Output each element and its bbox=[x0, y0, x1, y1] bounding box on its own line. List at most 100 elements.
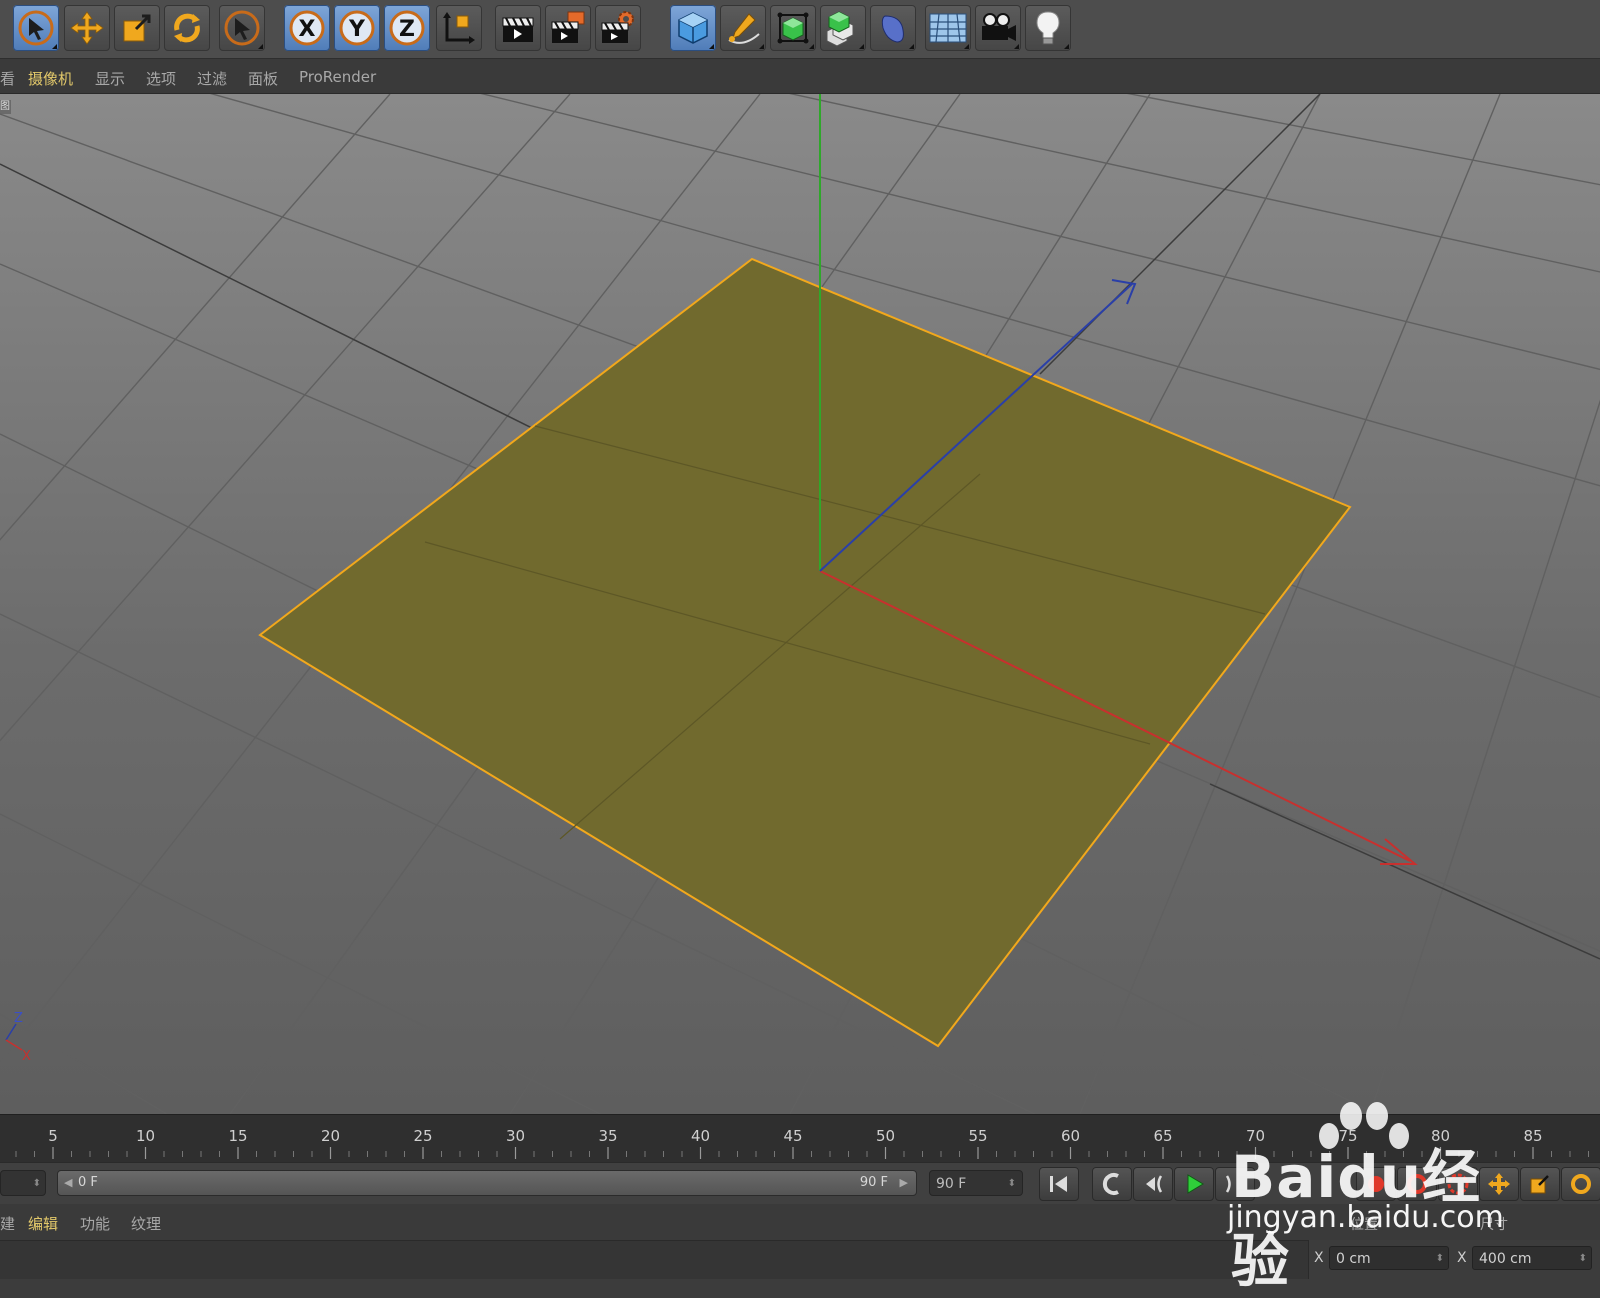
scale-key-button[interactable] bbox=[1520, 1167, 1560, 1201]
render-settings-button[interactable] bbox=[595, 5, 641, 51]
menu-options[interactable]: 选项 bbox=[146, 68, 176, 89]
selected-plane[interactable] bbox=[258, 257, 1352, 1048]
rotate-icon bbox=[174, 13, 200, 43]
live-selection-button[interactable] bbox=[13, 5, 59, 51]
perspective-viewport[interactable]: 图 Z X bbox=[0, 94, 1600, 1114]
record-keyframe-button[interactable] bbox=[1356, 1167, 1396, 1201]
timeline-tick-label: 50 bbox=[876, 1127, 895, 1145]
rotate-tool-button[interactable] bbox=[164, 5, 210, 51]
pen-tool-button[interactable] bbox=[720, 5, 766, 51]
slider-left-arrow-icon: ◀ bbox=[64, 1176, 73, 1189]
menu-texture[interactable]: 纹理 bbox=[131, 1213, 161, 1234]
previous-keyframe-button[interactable] bbox=[1092, 1167, 1132, 1201]
view-axis-z-label: Z bbox=[14, 1011, 23, 1026]
menu-camera[interactable]: 摄像机 bbox=[28, 68, 73, 89]
autokey-button[interactable] bbox=[1397, 1167, 1437, 1201]
step-back-icon bbox=[1146, 1175, 1163, 1193]
play-button[interactable] bbox=[1174, 1167, 1214, 1201]
move-tool-button[interactable] bbox=[64, 5, 110, 51]
cursor-arrow-icon bbox=[18, 10, 54, 46]
menu-view[interactable]: 看 bbox=[0, 68, 15, 89]
end-frame-value: 90 F bbox=[936, 1176, 967, 1192]
slider-right-arrow-icon: ▶ bbox=[899, 1176, 908, 1189]
rotate-icon bbox=[1571, 1174, 1591, 1194]
array-cubes-icon bbox=[826, 11, 854, 47]
timeline-tick-label: 30 bbox=[506, 1127, 525, 1145]
position-key-button[interactable] bbox=[1479, 1167, 1519, 1201]
position-x-field[interactable]: 0 cm ⬍ bbox=[1329, 1246, 1449, 1270]
timeline-tick-label: 25 bbox=[413, 1127, 432, 1145]
prev-key-icon bbox=[1102, 1173, 1119, 1195]
timeline-tick-label: 35 bbox=[598, 1127, 617, 1145]
next-frame-button[interactable] bbox=[1215, 1167, 1255, 1201]
cube-object-button[interactable] bbox=[670, 5, 716, 51]
menu-edit[interactable]: 编辑 bbox=[28, 1213, 58, 1234]
y-axis-lock-button[interactable]: Y bbox=[334, 5, 380, 51]
z-axis-icon: Z bbox=[389, 10, 425, 46]
scale-icon bbox=[1530, 1175, 1549, 1194]
clapper-icon bbox=[502, 17, 534, 42]
timeline-tick-label: 15 bbox=[228, 1127, 247, 1145]
animation-transport: ⬍ ◀ 0 F 90 F ▶ 90 F ⬍ bbox=[0, 1162, 1600, 1205]
bottom-panels: 建 编辑 功能 纹理 位置 尺寸 X 0 cm ⬍ X 400 cm ⬍ bbox=[0, 1204, 1600, 1279]
render-to-picture-viewer-button[interactable] bbox=[545, 5, 591, 51]
y-axis-icon: Y bbox=[339, 10, 375, 46]
subdivision-surface-button[interactable] bbox=[770, 5, 816, 51]
x-axis-icon: X bbox=[289, 10, 325, 46]
timeline-tick-label: 60 bbox=[1061, 1127, 1080, 1145]
x-axis-lock-button[interactable]: X bbox=[284, 5, 330, 51]
step-forward-icon bbox=[1225, 1175, 1231, 1193]
scene-canvas: Z X bbox=[0, 94, 1600, 1114]
size-x-value: 400 cm bbox=[1479, 1251, 1532, 1267]
menu-display[interactable]: 显示 bbox=[95, 68, 125, 89]
menu-panel[interactable]: 面板 bbox=[248, 68, 278, 89]
stepper-icon: ⬍ bbox=[32, 1178, 41, 1189]
menu-function[interactable]: 功能 bbox=[80, 1213, 110, 1234]
coordinate-system-button[interactable] bbox=[436, 5, 482, 51]
cursor-arrow-icon bbox=[224, 10, 260, 46]
go-to-start-button[interactable] bbox=[1039, 1167, 1079, 1201]
timeline-tick-label: 10 bbox=[136, 1127, 155, 1145]
timeline-tick-label: 85 bbox=[1523, 1127, 1542, 1145]
pen-icon bbox=[728, 13, 760, 44]
timeline-tick-label: 65 bbox=[1153, 1127, 1172, 1145]
keyframe-icon bbox=[1447, 1173, 1469, 1195]
bend-deformer-button[interactable] bbox=[870, 5, 916, 51]
floor-object-button[interactable] bbox=[925, 5, 971, 51]
frame-range-slider[interactable]: ◀ 0 F 90 F ▶ bbox=[57, 1170, 917, 1196]
slider-end-label: 90 F bbox=[859, 1175, 888, 1190]
previous-frame-button[interactable] bbox=[1133, 1167, 1173, 1201]
menu-filter[interactable]: 过滤 bbox=[197, 68, 227, 89]
recent-tool-button[interactable] bbox=[219, 5, 265, 51]
svg-text:X: X bbox=[299, 17, 316, 42]
light-bulb-icon bbox=[1036, 11, 1060, 45]
play-icon bbox=[1187, 1174, 1204, 1194]
subdivision-cube-icon bbox=[777, 12, 809, 44]
array-object-button[interactable] bbox=[820, 5, 866, 51]
clapper-picture-icon bbox=[551, 11, 585, 43]
record-key-icon bbox=[1368, 1176, 1384, 1192]
timeline-ruler[interactable]: 5 10 15 20 25 30 35 40 45 50 55 60 65 70 75 80 85 bbox=[0, 1114, 1600, 1163]
start-frame-field[interactable]: ⬍ bbox=[0, 1170, 46, 1196]
svg-text:Z: Z bbox=[399, 17, 415, 42]
position-x-label: X bbox=[1314, 1250, 1324, 1266]
material-manager-menubar: 建 编辑 功能 纹理 位置 尺寸 bbox=[0, 1204, 1600, 1241]
menu-create[interactable]: 建 bbox=[0, 1213, 15, 1234]
z-axis-lock-button[interactable]: Z bbox=[384, 5, 430, 51]
cube-icon bbox=[678, 12, 708, 44]
slider-start-label: 0 F bbox=[78, 1175, 98, 1190]
rotation-key-button[interactable] bbox=[1561, 1167, 1600, 1201]
position-x-value: 0 cm bbox=[1336, 1251, 1371, 1267]
camera-object-button[interactable] bbox=[975, 5, 1021, 51]
render-view-button[interactable] bbox=[495, 5, 541, 51]
camera-icon bbox=[982, 13, 1016, 41]
size-x-field[interactable]: 400 cm ⬍ bbox=[1472, 1246, 1592, 1270]
end-frame-field[interactable]: 90 F ⬍ bbox=[929, 1170, 1023, 1196]
floor-icon bbox=[929, 13, 967, 43]
coord-header-size: 尺寸 bbox=[1480, 1217, 1508, 1233]
menu-prorender[interactable]: ProRender bbox=[299, 68, 376, 86]
keyframe-selection-button[interactable] bbox=[1438, 1167, 1478, 1201]
scale-tool-button[interactable] bbox=[114, 5, 160, 51]
stepper-icon: ⬍ bbox=[1007, 1178, 1016, 1189]
light-object-button[interactable] bbox=[1025, 5, 1071, 51]
